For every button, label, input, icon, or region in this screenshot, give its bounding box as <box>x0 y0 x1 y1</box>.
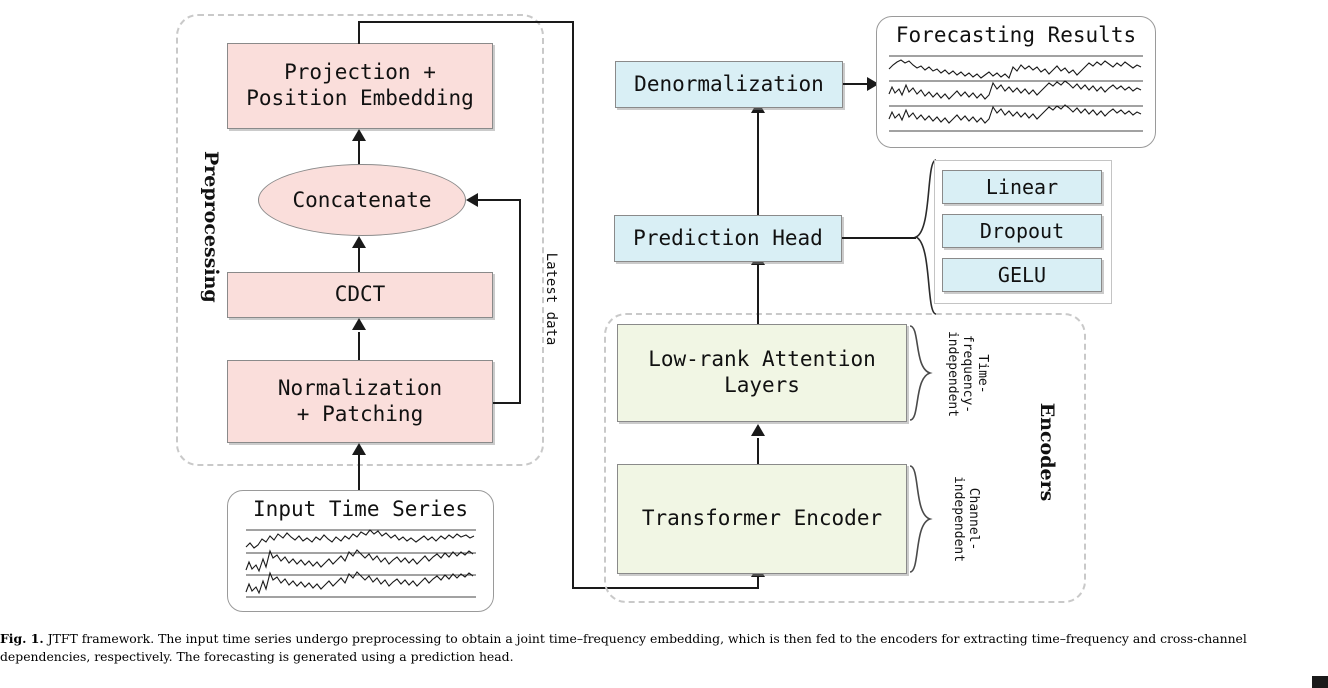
node-low-rank-attention-layers[interactable]: Low-rank Attention Layers <box>617 324 907 422</box>
page-corner-mark <box>1312 676 1328 688</box>
preprocessing-group-label: Preprocessing <box>200 151 222 303</box>
connector-latest-data-vertical <box>519 200 521 404</box>
connector-projection-out-stub <box>358 22 360 44</box>
connector-latest-data-top <box>478 199 521 201</box>
input-time-series-title: Input Time Series <box>253 497 468 521</box>
input-time-series-card[interactable]: Input Time Series <box>227 490 494 612</box>
arrowhead-cdct-to-concat <box>352 236 366 248</box>
arrowhead-concat-to-projection <box>352 129 366 141</box>
node-transformer-encoder[interactable]: Transformer Encoder <box>617 464 907 574</box>
brace-channel-independent <box>909 465 933 573</box>
connector-head-to-submodules <box>842 237 916 239</box>
node-normalization-patching[interactable]: Normalization + Patching <box>227 360 493 443</box>
arrowhead-norm-to-cdct <box>352 318 366 330</box>
brace-channel-independent-label: Channel- independent <box>951 475 981 563</box>
connector-head-to-denorm <box>757 113 759 215</box>
connector-denorm-to-forecast <box>843 83 869 85</box>
brace-time-frequency-label: Time- frequency- independent <box>945 330 990 418</box>
node-denormalization[interactable]: Denormalization <box>615 61 843 108</box>
arrowhead-input-to-norm <box>352 443 366 455</box>
node-prediction-head[interactable]: Prediction Head <box>614 215 842 262</box>
latest-data-label: Latest data <box>543 252 559 346</box>
connector-projection-out-top <box>358 21 574 23</box>
figure-caption-label: Fig. 1. <box>0 631 44 646</box>
node-projection-position-embedding[interactable]: Projection + Position Embedding <box>227 43 493 129</box>
forecasting-results-card[interactable]: Forecasting Results <box>876 16 1156 148</box>
connector-concat-to-projection <box>358 138 360 166</box>
connector-norm-to-cdct <box>358 332 360 360</box>
figure-caption: Fig. 1. JTFT framework. The input time s… <box>0 630 1328 666</box>
arrowhead-latest-data <box>466 193 478 207</box>
brace-time-frequency <box>909 325 933 421</box>
connector-transformer-to-lowrank <box>757 438 759 466</box>
encoders-group-label: Encoders <box>1036 402 1058 502</box>
node-cdct[interactable]: CDCT <box>227 272 493 318</box>
connector-cdct-to-concat <box>358 245 360 273</box>
node-concatenate[interactable]: Concatenate <box>258 164 466 236</box>
forecasting-series-plot <box>888 55 1143 132</box>
forecasting-results-title: Forecasting Results <box>895 23 1137 47</box>
connector-input-to-norm <box>358 455 360 493</box>
connector-to-encoder-vertical <box>572 21 574 589</box>
submodule-linear[interactable]: Linear <box>942 170 1102 204</box>
submodule-dropout[interactable]: Dropout <box>942 214 1102 248</box>
connector-encoders-to-head <box>757 265 759 324</box>
connector-latest-data-bottom <box>493 402 521 404</box>
arrowhead-transformer-to-lowrank <box>751 424 765 436</box>
input-series-plot <box>245 529 476 598</box>
figure-caption-text: JTFT framework. The input time series un… <box>0 631 1247 664</box>
submodule-gelu[interactable]: GELU <box>942 258 1102 292</box>
